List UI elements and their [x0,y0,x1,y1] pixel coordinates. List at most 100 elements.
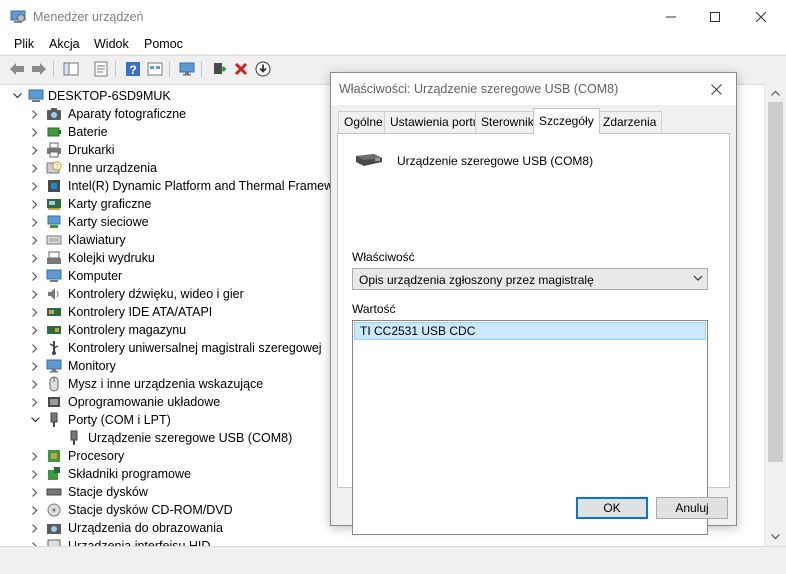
chevron-right-icon[interactable] [28,285,42,303]
software-component-icon [48,467,60,480]
chevron-right-icon[interactable] [28,339,42,357]
minimize-button[interactable] [648,0,694,34]
scroll-down-icon[interactable] [771,534,780,540]
port-icon [50,412,58,427]
chevron-right-icon[interactable] [28,519,42,537]
tree-category[interactable]: Urządzenia interfejsu HID [28,537,760,546]
chevron-right-icon[interactable] [28,249,42,267]
update-driver-button[interactable] [210,60,228,78]
chevron-right-icon[interactable] [28,447,42,465]
tree-item-label: Kontrolery uniwersalnej magistrali szere… [68,341,322,355]
close-button[interactable] [738,0,784,34]
menu-view[interactable]: Widok [94,37,129,51]
chevron-right-icon[interactable] [28,303,42,321]
tree-item-label: Kontrolery IDE ATA/ATAPI [68,305,213,319]
value-list-item[interactable]: TI CC2531 USB CDC [354,322,706,340]
scan-hardware-button[interactable] [178,60,196,78]
close-icon [756,12,766,22]
chevron-right-icon[interactable] [28,195,42,213]
cancel-button[interactable]: Anuluj [656,497,728,519]
download-button[interactable] [254,60,272,78]
tree-item-label: Komputer [68,269,123,283]
tree-item-label: Inne urządzenia [68,161,157,175]
chevron-right-icon[interactable] [28,177,42,195]
chevron-right-icon[interactable] [28,357,42,375]
scroll-up-icon[interactable] [771,90,780,96]
tree-item-label: Oprogramowanie układowe [68,395,221,409]
chevron-right-icon[interactable] [28,231,42,249]
maximize-button[interactable] [692,0,738,34]
help-button[interactable]: ? [124,60,142,78]
uninstall-button[interactable] [232,60,250,78]
property-select-value: Opis urządzenia zgłoszony przez magistra… [359,273,594,287]
chevron-right-icon[interactable] [28,123,42,141]
download-icon [255,61,271,77]
print-queue-icon [47,251,61,264]
chevron-right-icon[interactable] [28,501,42,519]
properties-dialog: Właściwości: Urządzenie szeregowe USB (C… [330,72,737,535]
tab-events[interactable]: Zdarzenia [597,111,663,133]
menu-bar: Plik Akcja Widok Pomoc [0,34,786,54]
chevron-right-icon[interactable] [28,267,42,285]
computer-icon [46,269,62,282]
battery-icon [47,127,61,137]
toolbar-separator [201,61,202,77]
view-button[interactable] [146,60,164,78]
details-panel: Urządzenie szeregowe USB (COM8) Właściwo… [337,133,730,535]
toolbar-separator [53,61,54,77]
disk-drive-icon [46,488,62,496]
tab-details[interactable]: Szczegóły [533,108,600,134]
tab-port-settings[interactable]: Ustawienia portu [384,111,486,133]
chevron-right-icon[interactable] [28,537,42,546]
menu-action[interactable]: Akcja [49,37,80,51]
tree-item-label: Kontrolery dźwięku, wideo i gier [68,287,244,301]
vertical-scrollbar[interactable] [764,84,786,546]
show-hide-tree-button[interactable] [62,60,80,78]
tree-item-label: Urządzenia do obrazowania [68,521,223,535]
scroll-thumb[interactable] [768,102,783,462]
menu-help[interactable]: Pomoc [144,37,183,51]
tab-driver[interactable]: Sterownik [475,111,540,133]
chevron-right-icon[interactable] [28,393,42,411]
dialog-close-button[interactable] [698,73,734,105]
chevron-down-icon[interactable] [28,411,42,429]
tree-item-label: Urządzenia interfejsu HID [68,539,211,546]
chevron-right-icon[interactable] [28,483,42,501]
tree-item-label: Klawiatury [68,233,126,247]
chevron-right-icon[interactable] [28,375,42,393]
chevron-right-icon[interactable] [28,321,42,339]
title-bar: Menedżer urządzeń [0,0,786,34]
help-icon: ? [126,62,140,77]
chevron-right-icon[interactable] [28,213,42,231]
back-arrow-icon [10,63,24,75]
device-name: Urządzenie szeregowe USB (COM8) [397,154,594,168]
dialog-title: Właściwości: Urządzenie szeregowe USB (C… [339,82,619,96]
tree-root[interactable]: DESKTOP-6SD9MUK [10,87,340,105]
ok-button[interactable]: OK [576,497,648,519]
tab-general[interactable]: Ogólne [338,111,389,133]
chevron-right-icon[interactable] [28,105,42,123]
tree-item-label: Drukarki [68,143,115,157]
view-icon [147,62,163,76]
window-title: Menedżer urządzeń [33,10,144,24]
toolbar-separator [115,61,116,77]
chevron-right-icon[interactable] [28,465,42,483]
chevron-right-icon[interactable] [28,159,42,177]
uninstall-icon [234,62,248,76]
tree-item-label: Karty sieciowe [68,215,149,229]
toolbar-separator [169,61,170,77]
menu-file[interactable]: Plik [14,37,34,51]
properties-icon [94,61,108,77]
property-label: Właściwość [352,250,415,264]
properties-button[interactable] [92,60,110,78]
value-list[interactable]: TI CC2531 USB CDC [352,320,708,535]
value-label: Wartość [352,302,396,316]
unknown-device-icon: ? [46,161,62,174]
back-button[interactable] [8,60,26,78]
forward-button[interactable] [30,60,48,78]
chevron-down-icon[interactable] [10,87,24,105]
property-select[interactable]: Opis urządzenia zgłoszony przez magistra… [352,268,708,290]
chevron-right-icon[interactable] [28,141,42,159]
processor-icon [48,450,60,462]
storage-controller-icon [47,326,61,334]
